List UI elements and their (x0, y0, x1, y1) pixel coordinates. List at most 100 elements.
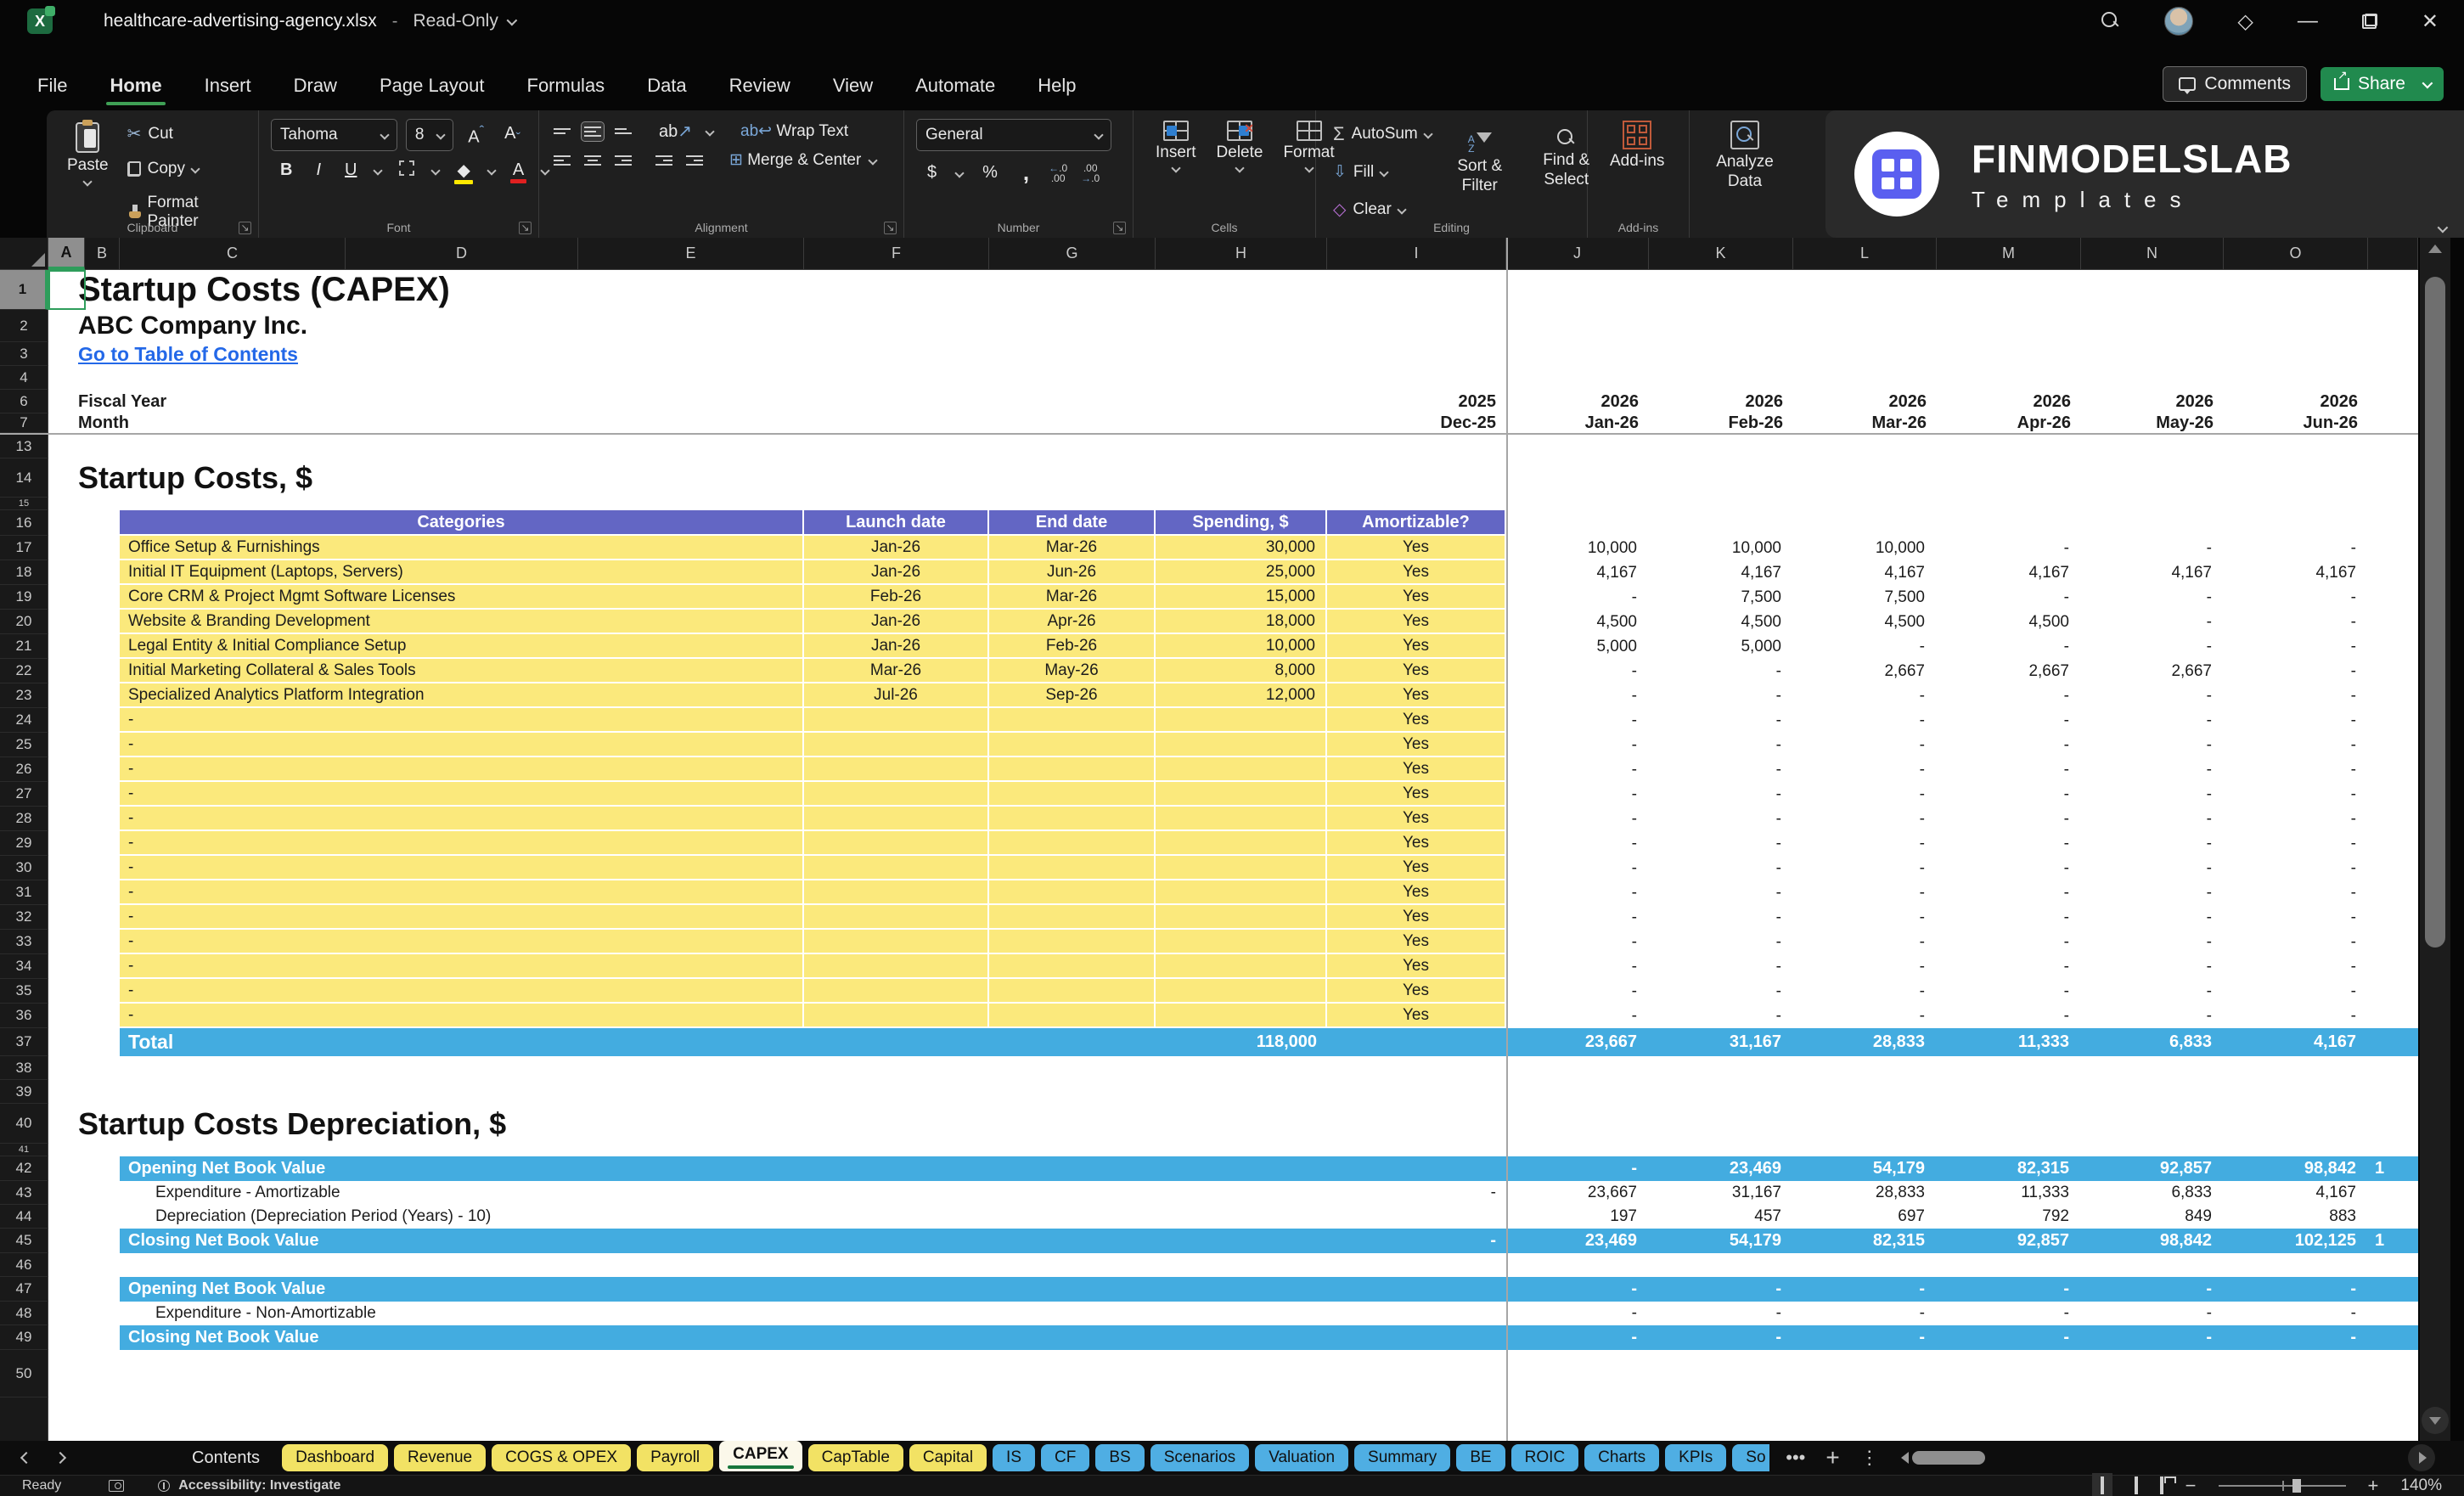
sheet-tab-is[interactable]: IS (993, 1444, 1035, 1471)
more-sheets-icon[interactable]: ••• (1786, 1447, 1805, 1469)
row-header[interactable]: 3 (0, 342, 48, 366)
capex-amortizable-cell[interactable]: Yes (1327, 634, 1506, 659)
row-header[interactable]: 16 (0, 510, 48, 536)
capex-monthly-cell[interactable]: - (1649, 708, 1793, 733)
capex-monthly-cell[interactable]: - (1649, 880, 1793, 905)
column-header-I[interactable]: I (1327, 238, 1506, 270)
row-header[interactable]: 46 (0, 1253, 48, 1277)
capex-monthly-cell[interactable]: - (1649, 757, 1793, 782)
row-header[interactable]: 13 (0, 435, 48, 458)
align-right-button[interactable] (612, 151, 634, 170)
capex-monthly-cell[interactable]: - (1793, 954, 1937, 979)
delete-cells-button[interactable]: Delete (1207, 119, 1274, 173)
column-header-G[interactable]: G (989, 238, 1156, 270)
depreciation-value[interactable]: - (1649, 1277, 1793, 1302)
capex-monthly-cell[interactable]: - (1793, 757, 1937, 782)
cell[interactable] (48, 930, 120, 954)
capex-monthly-cell[interactable]: - (1937, 905, 2081, 930)
capex-monthly-cell[interactable]: - (2224, 757, 2368, 782)
normal-view-button[interactable] (2091, 1473, 2112, 1496)
cell[interactable] (48, 683, 120, 708)
zoom-out-button[interactable]: − (2186, 1475, 2197, 1496)
row-header[interactable]: 20 (0, 610, 48, 634)
cell[interactable] (2368, 905, 2418, 930)
cell[interactable] (48, 1080, 2418, 1104)
analyze-data-button[interactable]: Analyze Data (1702, 119, 1788, 193)
premium-gem-icon[interactable]: ◇ (2237, 9, 2253, 34)
capex-launch-date-cell[interactable] (804, 930, 989, 954)
cell[interactable] (48, 366, 2418, 390)
share-button[interactable]: Share (2320, 67, 2444, 101)
depreciation-value[interactable]: 31,167 (1649, 1181, 1793, 1205)
cell[interactable] (2368, 585, 2418, 610)
capex-monthly-cell[interactable]: - (2224, 979, 2368, 1004)
capex-end-date-cell[interactable] (989, 856, 1156, 880)
cell[interactable] (48, 979, 120, 1004)
menu-home[interactable]: Home (106, 68, 166, 105)
column-header-K[interactable]: K (1649, 238, 1793, 270)
capex-amortizable-cell[interactable]: Yes (1327, 930, 1506, 954)
vertical-scrollbar[interactable] (2420, 238, 2450, 1441)
cut-button[interactable]: ✂ Cut (122, 119, 246, 149)
capex-launch-date-cell[interactable] (804, 979, 989, 1004)
cell[interactable] (48, 831, 120, 856)
capex-category-cell[interactable]: Office Setup & Furnishings (120, 536, 804, 560)
cell[interactable] (48, 1156, 120, 1181)
comma-format-button[interactable]: , (1017, 158, 1035, 188)
capex-monthly-cell[interactable]: - (2224, 905, 2368, 930)
capex-monthly-cell[interactable]: 4,167 (2081, 560, 2224, 585)
capex-monthly-cell[interactable]: - (2081, 930, 2224, 954)
depreciation-value[interactable]: - (1506, 1156, 1649, 1181)
capex-end-date-cell[interactable]: Feb-26 (989, 634, 1156, 659)
depreciation-value[interactable]: 28,833 (1793, 1181, 1937, 1205)
capex-amortizable-cell[interactable]: Yes (1327, 880, 1506, 905)
cell[interactable] (1506, 510, 2418, 536)
capex-monthly-cell[interactable]: - (2224, 610, 2368, 634)
capex-category-cell[interactable]: - (120, 954, 804, 979)
capex-monthly-cell[interactable]: - (2081, 610, 2224, 634)
capex-monthly-cell[interactable]: - (1937, 536, 2081, 560)
capex-column-header[interactable]: Amortizable? (1327, 510, 1506, 536)
collapse-ribbon-chevron-icon[interactable] (2437, 222, 2449, 233)
capex-end-date-cell[interactable]: Mar-26 (989, 536, 1156, 560)
chevron-down-icon[interactable] (705, 126, 715, 137)
sort-filter-button[interactable]: AZ Sort & Filter (1437, 127, 1523, 197)
row-header[interactable]: 50 (0, 1350, 48, 1398)
zoom-slider[interactable] (2218, 1479, 2346, 1493)
capex-monthly-cell[interactable]: - (1937, 733, 2081, 757)
avatar[interactable] (2164, 7, 2194, 36)
capex-launch-date-cell[interactable]: Jul-26 (804, 683, 989, 708)
capex-amortizable-cell[interactable]: Yes (1327, 782, 1506, 807)
sheet-tab-revenue[interactable]: Revenue (394, 1444, 487, 1471)
cell[interactable] (2368, 1302, 2418, 1325)
capex-launch-date-cell[interactable] (804, 831, 989, 856)
capex-monthly-cell[interactable]: - (1506, 856, 1649, 880)
row-header[interactable]: 36 (0, 1004, 48, 1028)
capex-monthly-cell[interactable]: - (1793, 782, 1937, 807)
comments-button[interactable]: Comments (2163, 66, 2307, 102)
month-value[interactable]: Jun-26 (2224, 413, 2368, 433)
capex-launch-date-cell[interactable] (804, 1004, 989, 1028)
row-header[interactable]: 2 (0, 310, 48, 342)
capex-launch-date-cell[interactable]: Jan-26 (804, 536, 989, 560)
sheet-tab-cf[interactable]: CF (1041, 1444, 1090, 1471)
cell[interactable] (2368, 390, 2418, 413)
cell[interactable] (48, 733, 120, 757)
chevron-down-icon[interactable] (487, 165, 497, 176)
capex-spending-cell[interactable] (1156, 880, 1327, 905)
row-header[interactable]: 30 (0, 856, 48, 880)
menu-page-layout[interactable]: Page Layout (376, 68, 488, 105)
row-header[interactable]: 4 (0, 366, 48, 390)
capex-launch-date-cell[interactable]: Jan-26 (804, 634, 989, 659)
capex-monthly-cell[interactable]: 4,500 (1506, 610, 1649, 634)
capex-monthly-cell[interactable]: 4,500 (1793, 610, 1937, 634)
depreciation-value[interactable]: 697 (1793, 1205, 1937, 1229)
month-value[interactable]: Feb-26 (1649, 413, 1793, 433)
capex-amortizable-cell[interactable]: Yes (1327, 536, 1506, 560)
capex-monthly-cell[interactable]: 4,167 (2224, 560, 2368, 585)
capex-monthly-cell[interactable]: - (1937, 807, 2081, 831)
cell[interactable] (48, 560, 120, 585)
capex-monthly-cell[interactable]: 7,500 (1793, 585, 1937, 610)
column-header-E[interactable]: E (578, 238, 804, 270)
row-header[interactable]: 48 (0, 1302, 48, 1325)
